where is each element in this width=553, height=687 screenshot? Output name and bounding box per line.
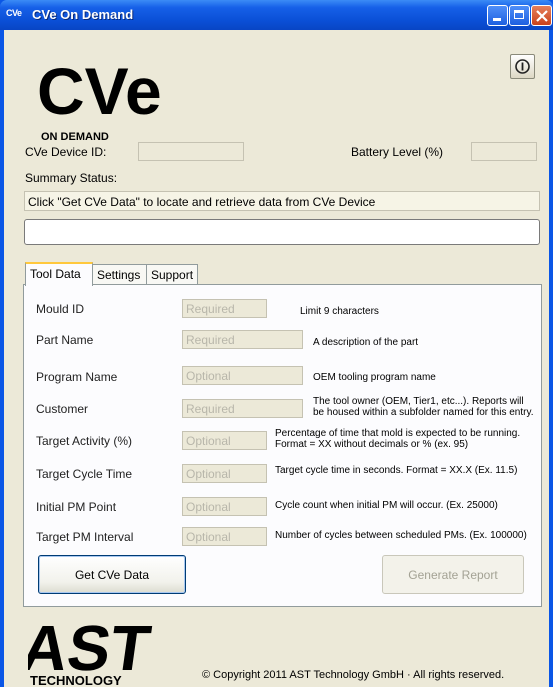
window-title: CVe On Demand [32,7,134,22]
target-cycle-time-hint: Target cycle time in seconds. Format = X… [275,465,518,476]
part-name-input[interactable]: Required [182,330,303,349]
tab-settings[interactable]: Settings [92,264,147,284]
ast-logo-sub: TECHNOLOGY [30,673,122,687]
customer-hint-line2: be housed within a subfolder named for t… [313,407,534,418]
mould-id-label: Mould ID [36,302,85,316]
maximize-button[interactable] [509,5,530,26]
customer-hint-line1: The tool owner (OEM, Tier1, etc...). Rep… [313,396,524,407]
customer-input[interactable]: Required [182,399,303,418]
part-name-label: Part Name [36,333,94,347]
summary-status-label: Summary Status: [25,171,118,185]
program-name-hint: OEM tooling program name [313,372,436,383]
initial-pm-point-input[interactable]: Optional [182,497,267,516]
info-icon [515,59,530,74]
cve-logo-sub: ON DEMAND [41,131,109,143]
part-name-hint: A description of the part [313,337,419,348]
target-activity-input[interactable]: Optional [182,431,267,450]
app-icon: CVe [6,8,22,18]
cve-logo: CVe ON DEMAND [37,54,162,143]
cve-logo-text: CVe [37,54,162,128]
tab-support[interactable]: Support [146,264,198,284]
client-area: CVe ON DEMAND CVe Device ID: Battery Lev… [4,30,549,687]
close-button[interactable] [531,5,552,26]
app-window: CVe CVe On Demand CVe ON DEMAND CVe Devi… [0,0,553,687]
target-cycle-time-input[interactable]: Optional [182,464,267,483]
battery-level-label: Battery Level (%) [351,145,444,159]
get-cve-data-button[interactable]: Get CVe Data [38,555,186,594]
generate-report-button[interactable]: Generate Report [382,555,524,594]
target-pm-interval-hint: Number of cycles between scheduled PMs. … [275,530,527,541]
target-activity-hint: Percentage of time that mold is expected… [275,428,520,450]
program-name-label: Program Name [36,370,118,384]
target-activity-hint-line2: Format = XX without decimals or % (ex. 9… [275,439,469,450]
initial-pm-point-hint: Cycle count when initial PM will occur. … [275,500,498,511]
target-activity-hint-line1: Percentage of time that mold is expected… [275,428,521,439]
info-button[interactable] [510,54,535,79]
device-id-field[interactable] [138,142,244,161]
program-name-input[interactable]: Optional [182,366,303,385]
customer-hint: The tool owner (OEM, Tier1, etc...). Rep… [313,396,534,418]
summary-status-text: Click "Get CVe Data" to locate and retri… [24,191,540,211]
battery-level-field[interactable] [471,142,537,161]
mould-id-input[interactable]: Required [182,299,267,318]
mould-id-hint: Limit 9 characters [300,306,379,317]
customer-label: Customer [36,402,89,416]
target-cycle-time-label: Target Cycle Time [36,467,133,481]
target-activity-label: Target Activity (%) [36,434,133,448]
ast-logo: AST TECHNOLOGY [28,618,155,687]
initial-pm-point-label: Initial PM Point [36,500,117,514]
copyright-text: © Copyright 2011 AST Technology GmbH · A… [202,669,505,681]
target-pm-interval-label: Target PM Interval [36,530,134,544]
tab-tool-data[interactable]: Tool Data [25,262,93,286]
progress-bar [24,219,540,245]
title-bar[interactable]: CVe CVe On Demand [0,0,553,30]
minimize-button[interactable] [487,5,508,26]
close-icon [536,10,548,22]
target-pm-interval-input[interactable]: Optional [182,527,267,546]
device-id-label: CVe Device ID: [25,145,107,159]
